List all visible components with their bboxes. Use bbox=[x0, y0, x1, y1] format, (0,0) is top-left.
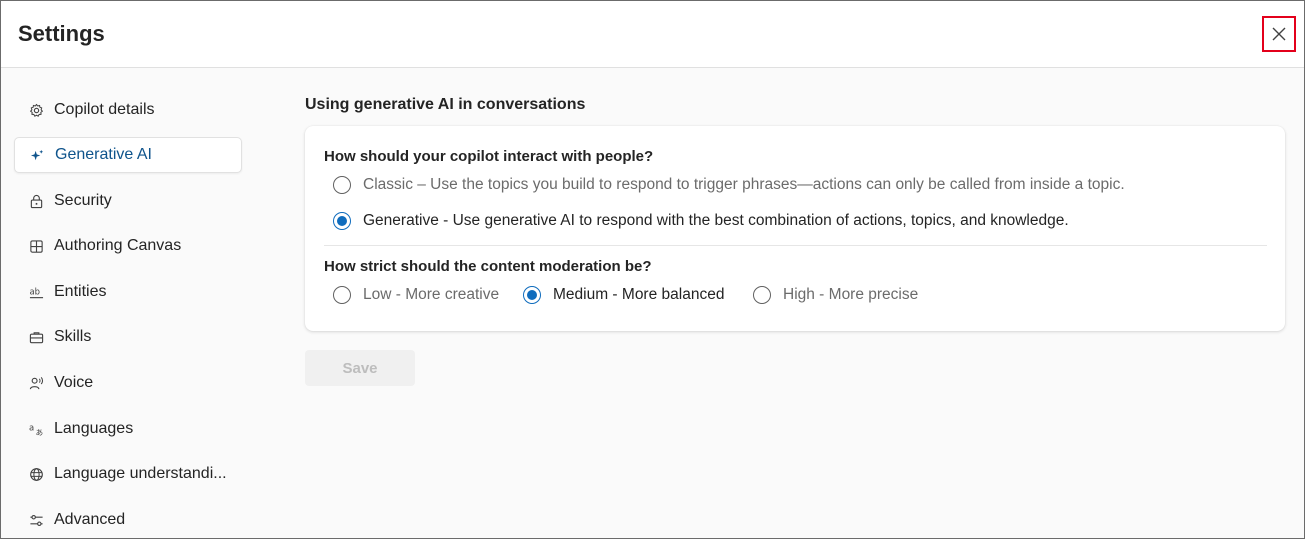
radio-option-generative[interactable]: Generative - Use generative AI to respon… bbox=[333, 212, 1069, 230]
svg-text:あ: あ bbox=[35, 428, 43, 437]
radio-button-selected[interactable] bbox=[333, 212, 351, 230]
sidebar-item-generative-ai[interactable]: Generative AI bbox=[14, 137, 242, 173]
sidebar-item-label: Security bbox=[54, 192, 112, 209]
grid-icon bbox=[27, 237, 45, 255]
radio-option-low[interactable]: Low - More creative bbox=[333, 286, 499, 304]
sliders-icon bbox=[27, 511, 45, 529]
sidebar-item-advanced[interactable]: Advanced bbox=[14, 502, 242, 538]
globe-icon bbox=[27, 465, 45, 483]
sidebar-item-label: Advanced bbox=[54, 511, 126, 528]
svg-text:a: a bbox=[29, 422, 34, 432]
radio-option-medium[interactable]: Medium - More balanced bbox=[523, 286, 724, 304]
radio-label: Generative - Use generative AI to respon… bbox=[363, 212, 1069, 229]
sidebar-item-label: Voice bbox=[54, 374, 94, 391]
sidebar-item-label: Authoring Canvas bbox=[54, 237, 182, 254]
save-button[interactable]: Save bbox=[305, 350, 415, 386]
radio-label: Classic – Use the topics you build to re… bbox=[363, 176, 1125, 193]
radio-option-high[interactable]: High - More precise bbox=[753, 286, 918, 304]
entity-ab-icon: ab bbox=[27, 283, 45, 301]
sidebar-item-authoring-canvas[interactable]: Authoring Canvas bbox=[14, 228, 242, 264]
radio-button[interactable] bbox=[333, 176, 351, 194]
radio-label: Low - More creative bbox=[363, 286, 500, 303]
sidebar-item-languages[interactable]: aあ Languages bbox=[14, 411, 242, 447]
radio-label: Medium - More balanced bbox=[553, 286, 725, 303]
settings-sidebar: Copilot details Generative AI Security A… bbox=[1, 68, 261, 538]
sidebar-item-label: Language understandi... bbox=[54, 465, 227, 482]
briefcase-icon bbox=[27, 328, 45, 346]
translate-icon: aあ bbox=[27, 420, 45, 438]
radio-button[interactable] bbox=[333, 286, 351, 304]
close-button[interactable] bbox=[1262, 16, 1296, 52]
sparkle-icon bbox=[28, 146, 46, 164]
sidebar-item-voice[interactable]: Voice bbox=[14, 365, 242, 401]
moderation-question: How strict should the content moderation… bbox=[324, 258, 652, 275]
sidebar-item-label: Entities bbox=[54, 283, 107, 300]
divider bbox=[324, 245, 1267, 246]
generative-ai-card: How should your copilot interact with pe… bbox=[305, 126, 1285, 331]
svg-text:ab: ab bbox=[29, 286, 40, 296]
interaction-question: How should your copilot interact with pe… bbox=[324, 148, 654, 165]
sidebar-item-label: Copilot details bbox=[54, 101, 155, 118]
sidebar-item-security[interactable]: Security bbox=[14, 183, 242, 219]
dialog-header: Settings bbox=[1, 1, 1304, 68]
page-title: Settings bbox=[18, 21, 105, 46]
radio-label: High - More precise bbox=[783, 286, 919, 303]
settings-dialog: Settings Copilot details Generative AI S… bbox=[0, 0, 1305, 539]
close-icon bbox=[1272, 27, 1286, 41]
sidebar-item-copilot-details[interactable]: Copilot details bbox=[14, 92, 242, 128]
sidebar-item-skills[interactable]: Skills bbox=[14, 319, 242, 355]
lock-icon bbox=[27, 192, 45, 210]
gear-icon bbox=[27, 101, 45, 119]
radio-button[interactable] bbox=[753, 286, 771, 304]
radio-button-selected[interactable] bbox=[523, 286, 541, 304]
sidebar-item-label: Languages bbox=[54, 420, 134, 437]
sidebar-item-label: Generative AI bbox=[55, 146, 152, 163]
sidebar-item-label: Skills bbox=[54, 328, 92, 345]
sidebar-item-entities[interactable]: ab Entities bbox=[14, 274, 242, 310]
sidebar-item-language-understanding[interactable]: Language understandi... bbox=[14, 456, 242, 492]
section-title: Using generative AI in conversations bbox=[305, 96, 586, 113]
voice-person-icon bbox=[27, 374, 45, 392]
radio-option-classic[interactable]: Classic – Use the topics you build to re… bbox=[333, 176, 1125, 194]
